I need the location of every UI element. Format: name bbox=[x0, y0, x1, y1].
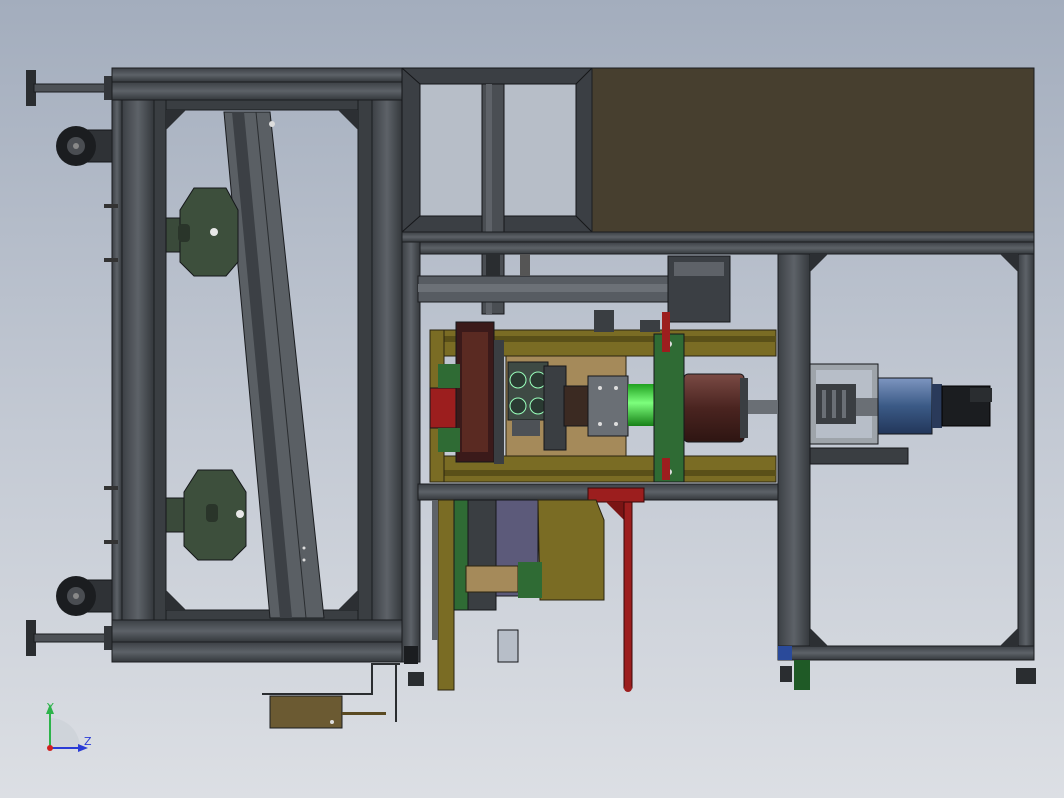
beam-bracket-lower bbox=[165, 469, 247, 561]
fitting-left-lower bbox=[408, 672, 424, 686]
right-frame bbox=[777, 253, 1036, 690]
coupling-block bbox=[563, 385, 591, 427]
spindle-support-plate bbox=[653, 312, 685, 483]
left-frame bbox=[26, 67, 403, 663]
caster-wheel-top bbox=[56, 126, 119, 166]
axis-y-label: Y bbox=[46, 701, 54, 714]
lower-drive-assembly bbox=[432, 499, 605, 691]
main-top-rail bbox=[401, 231, 1035, 255]
axis-z-label: Z bbox=[84, 735, 92, 748]
beam-bracket-upper bbox=[165, 187, 239, 277]
drive-shaft bbox=[856, 398, 880, 416]
spindle-drum bbox=[683, 373, 778, 443]
foot-pedal-box bbox=[262, 663, 400, 729]
leveling-foot-bottom bbox=[26, 620, 115, 656]
motor-mount-bar bbox=[809, 447, 909, 465]
control-cabinet-panel bbox=[591, 67, 1035, 233]
fitting-left bbox=[404, 646, 418, 664]
clamp-plate bbox=[543, 365, 567, 451]
leveling-foot-top bbox=[26, 70, 115, 106]
servo-motor bbox=[877, 377, 992, 435]
axis-triad: Y Z bbox=[46, 701, 92, 752]
bearing-housing bbox=[587, 375, 629, 437]
center-upright bbox=[401, 241, 421, 663]
caster-wheel-bottom bbox=[56, 576, 119, 616]
cad-viewport[interactable]: Y Z bbox=[0, 0, 1064, 798]
upper-cross-beam bbox=[417, 254, 731, 323]
